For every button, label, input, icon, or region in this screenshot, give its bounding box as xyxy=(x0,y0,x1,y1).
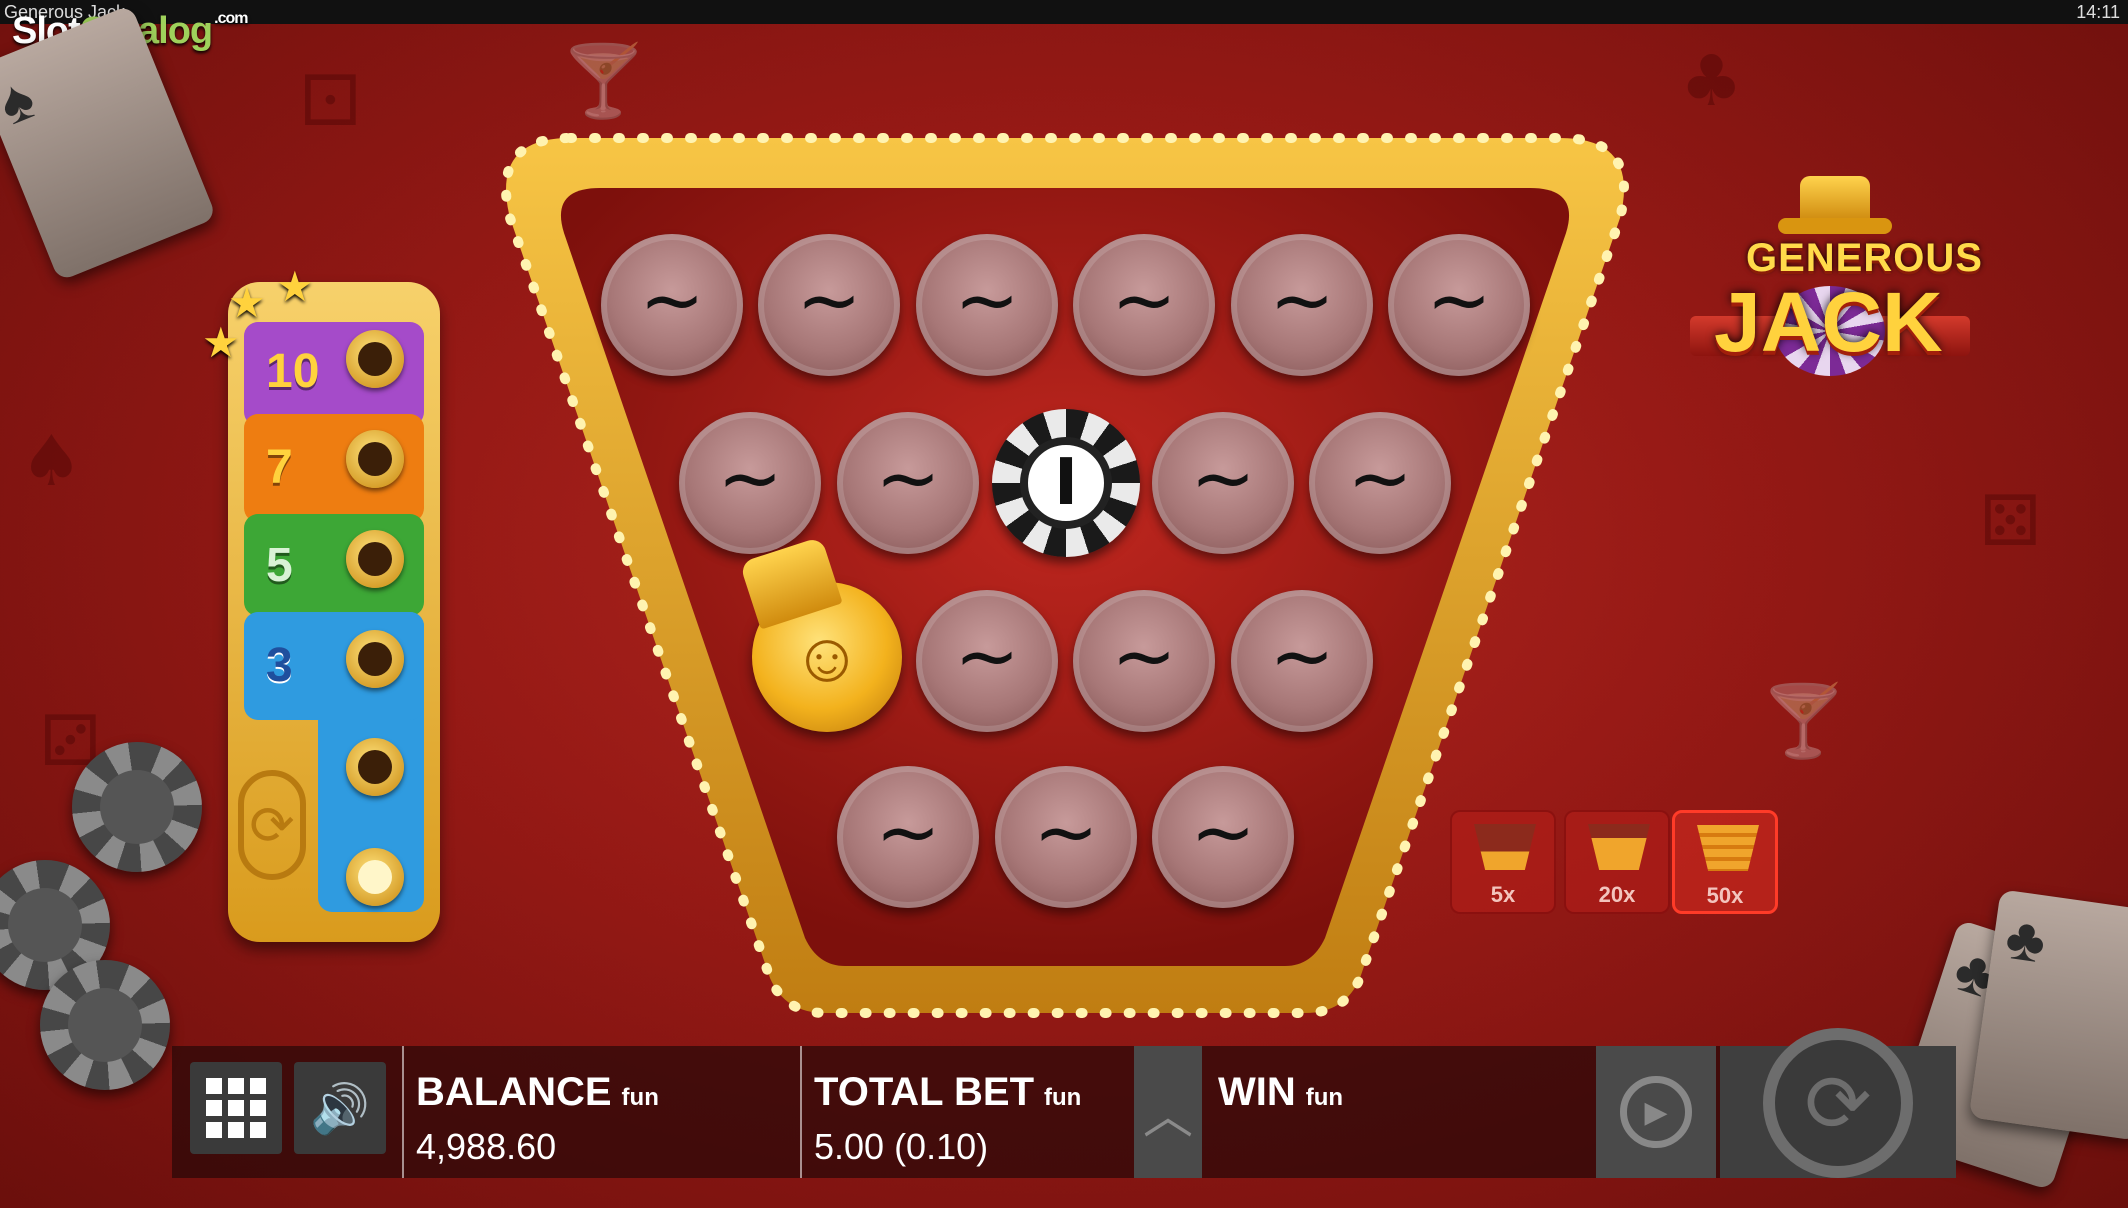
multiplier-50x: 50x xyxy=(1672,810,1778,914)
board-slot: ~ xyxy=(1231,234,1373,376)
board-slot: ~ xyxy=(679,412,821,554)
board-slot: ~ xyxy=(1073,234,1215,376)
balance-value: 4,988.60 xyxy=(416,1126,557,1167)
multiplier-20x: 20x xyxy=(1564,810,1670,914)
cup-icon xyxy=(1474,824,1536,870)
slot-symbol: ~ xyxy=(1111,256,1177,346)
board-slot: ~ xyxy=(916,234,1058,376)
chevron-up-icon: ︿ xyxy=(1143,1088,1193,1144)
multiplier-label: 5x xyxy=(1490,882,1516,907)
poker-chip-prop xyxy=(40,960,170,1090)
win-label-group: WIN fun xyxy=(1218,1070,1343,1115)
total-bet-label-group: TOTAL BET fun xyxy=(814,1070,1081,1115)
total-bet-value: 5.00 (0.10) xyxy=(814,1126,989,1167)
multiplier-5x: 5x xyxy=(1450,810,1556,914)
star-icon: ★ xyxy=(228,279,266,326)
board-slot: ~ xyxy=(995,766,1137,908)
dice-pattern-icon: ⚀ xyxy=(300,60,361,142)
cup-icon xyxy=(1588,824,1650,870)
multiplier-label: 20x xyxy=(1598,882,1636,907)
chip-symbol: I xyxy=(1054,446,1078,520)
board-slot: ~ xyxy=(1309,412,1451,554)
ladder-level-value: 10 xyxy=(266,345,320,398)
spin-button[interactable]: ⟳ xyxy=(1720,1028,1956,1178)
divider xyxy=(402,1046,404,1178)
board-slot: ~ xyxy=(1073,590,1215,732)
logo-hat-brim xyxy=(1778,218,1892,234)
balance-label: BALANCE xyxy=(416,1070,612,1114)
total-bet-label: TOTAL BET xyxy=(814,1070,1034,1114)
board-slot: ~ xyxy=(758,234,900,376)
slot-symbol: ~ xyxy=(1190,434,1256,524)
slot-symbol: ~ xyxy=(796,256,862,346)
ladder-node xyxy=(346,530,404,588)
martini-pattern-icon: 🍸 xyxy=(560,40,648,122)
balance-unit: fun xyxy=(621,1084,659,1111)
bet-expand-button[interactable]: ︿ xyxy=(1134,1046,1202,1178)
slot-symbol: ~ xyxy=(875,434,941,524)
poker-chip-prop xyxy=(72,742,202,872)
slot-symbol: ~ xyxy=(639,256,705,346)
slot-symbol: ~ xyxy=(875,788,941,878)
ladder-node-active xyxy=(346,848,404,906)
menu-grid-icon xyxy=(206,1078,266,1138)
win-label: WIN xyxy=(1218,1070,1296,1114)
board-slot: ~ xyxy=(916,590,1058,732)
watermark-com: .com xyxy=(214,10,248,27)
ladder-node xyxy=(346,430,404,488)
slot-symbol: ~ xyxy=(1269,612,1335,702)
slot-symbol: ~ xyxy=(954,612,1020,702)
dice-pattern-icon: ⚄ xyxy=(1980,480,2041,562)
cup-icon xyxy=(1697,825,1759,871)
slot-symbol: ~ xyxy=(1190,788,1256,878)
balance-label-group: BALANCE fun xyxy=(416,1070,659,1115)
speaker-icon: 🔊 xyxy=(310,1082,370,1136)
ladder-level-value: 7 xyxy=(266,441,293,494)
slot-symbol: ~ xyxy=(1033,788,1099,878)
spin-icon: ⟳ xyxy=(1763,1028,1913,1178)
ladder-node xyxy=(346,330,404,388)
card-pattern-icon: ♠ xyxy=(20,420,83,502)
slot-symbol: ~ xyxy=(717,434,783,524)
slot-symbol: ~ xyxy=(1426,256,1492,346)
star-icon: ★ xyxy=(276,263,314,310)
clock: 14:11 xyxy=(2076,2,2120,22)
logo-word-jack: JACK xyxy=(1714,275,1943,369)
playing-card-prop: ♣ xyxy=(1968,889,2128,1141)
total-bet-unit: fun xyxy=(1044,1084,1082,1111)
slot-symbol: ~ xyxy=(954,256,1020,346)
divider xyxy=(800,1046,802,1178)
board-chip: I xyxy=(992,409,1140,557)
window-title-bar: Generous Jack 14:11 xyxy=(0,0,2128,24)
multiplier-label: 50x xyxy=(1706,883,1744,908)
ladder-level-value: 3 xyxy=(266,639,293,692)
sound-button[interactable]: 🔊 xyxy=(294,1062,386,1154)
game-logo: GENEROUS JACK xyxy=(1690,176,1982,376)
ladder-level-value: 5 xyxy=(266,539,293,592)
board-slot: ~ xyxy=(1152,766,1294,908)
board-slot: ~ xyxy=(837,412,979,554)
menu-button[interactable] xyxy=(190,1062,282,1154)
slot-symbol: ~ xyxy=(1347,434,1413,524)
ladder-node xyxy=(346,738,404,796)
board-slot: ~ xyxy=(1388,234,1530,376)
board-slot: ~ xyxy=(601,234,743,376)
autoplay-icon: ▶ xyxy=(1620,1076,1692,1148)
board-slot: ~ xyxy=(837,766,979,908)
card-pattern-icon: ♣ xyxy=(1680,40,1743,122)
board-slot: ~ xyxy=(1231,590,1373,732)
autoplay-button[interactable]: ▶ xyxy=(1596,1046,1716,1178)
slot-symbol: ~ xyxy=(1269,256,1335,346)
respin-icon: ⟳ xyxy=(238,770,306,880)
ladder-node xyxy=(346,630,404,688)
slot-symbol: ~ xyxy=(1111,612,1177,702)
martini-pattern-icon: 🍸 xyxy=(1760,680,1848,762)
board-slot: ~ xyxy=(1152,412,1294,554)
win-unit: fun xyxy=(1305,1084,1344,1111)
